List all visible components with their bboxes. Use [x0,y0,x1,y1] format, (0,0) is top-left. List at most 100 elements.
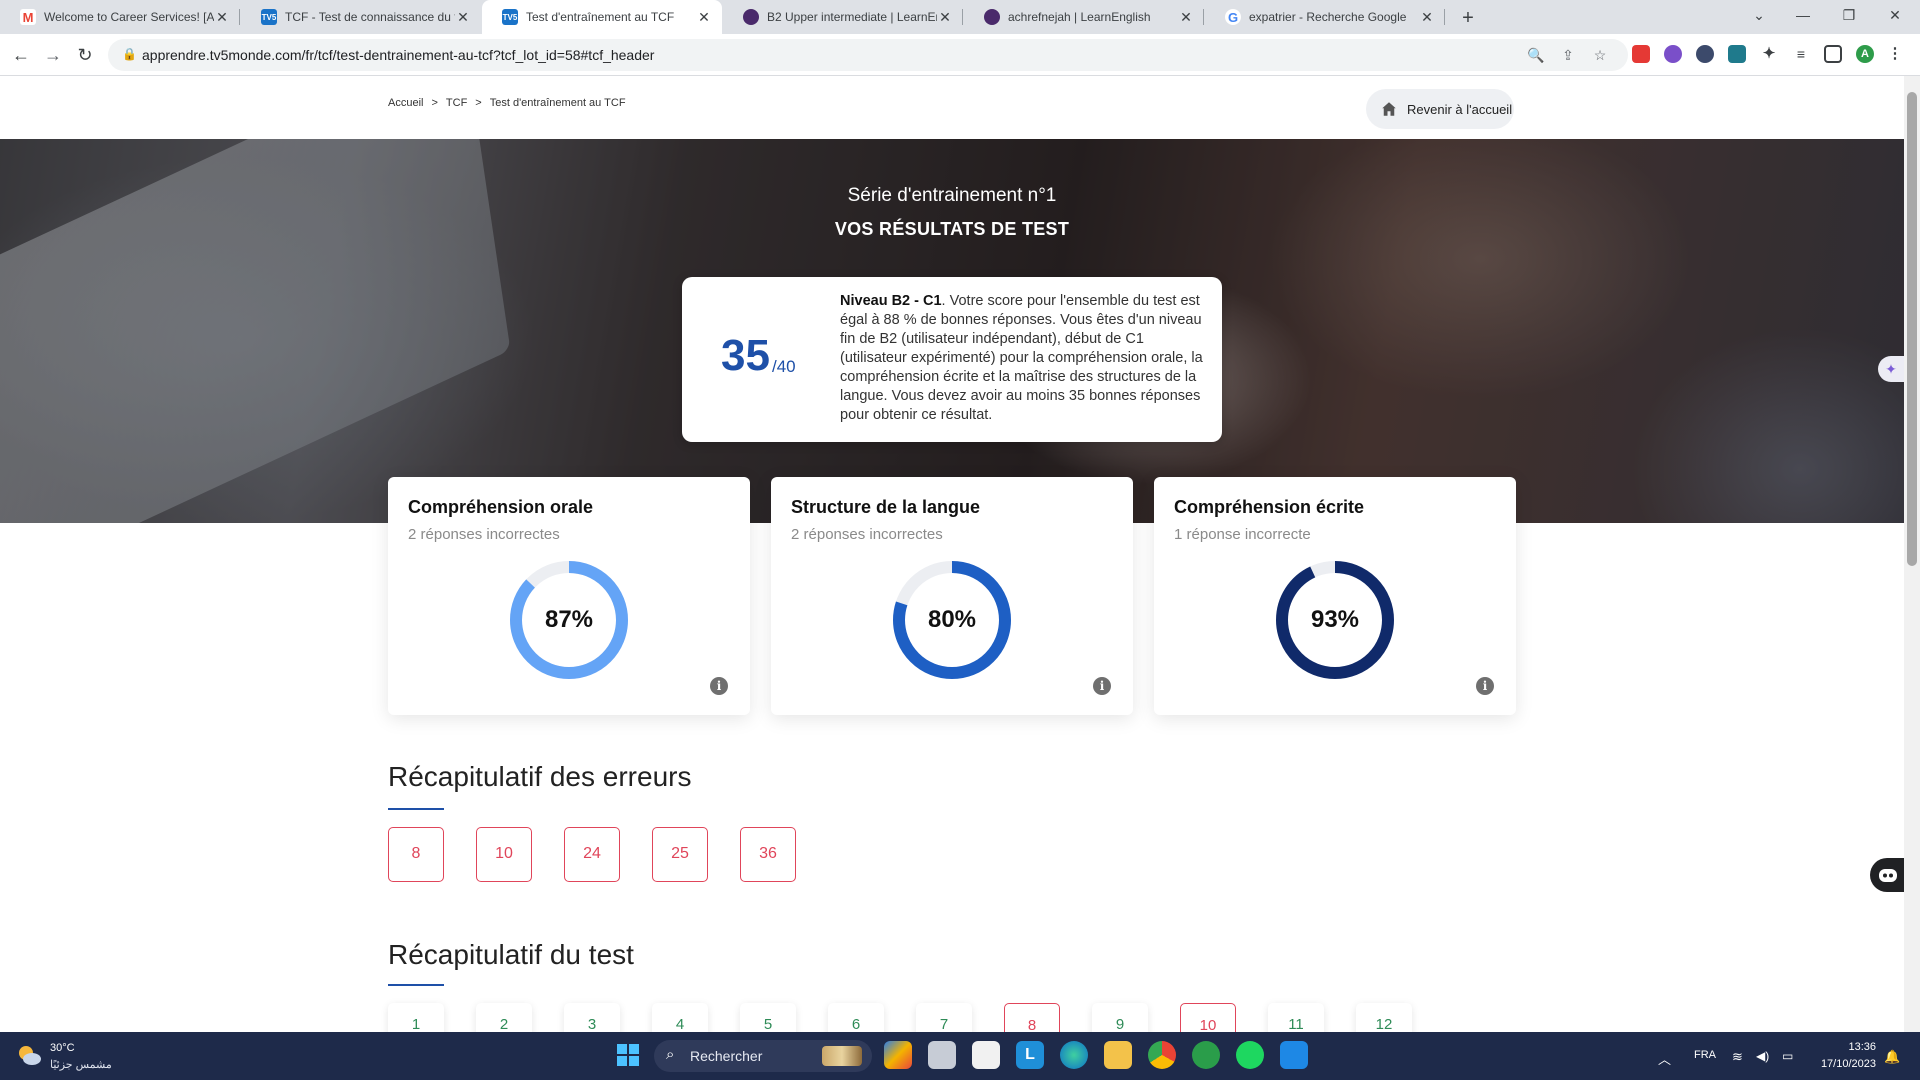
section-title: Structure de la langue [791,497,981,517]
extension-2-icon[interactable] [1664,45,1682,63]
series-label: Série d'entrainement n°1 [847,185,1057,206]
tab-close-icon[interactable]: ✕ [455,9,471,26]
error-question-button[interactable]: 8 [388,827,444,882]
section-incorrect-count: 1 réponse incorrecte [1174,526,1311,543]
errors-section-title: Récapitulatif des erreurs [388,761,692,792]
browser-menu-icon[interactable]: ⋮ [1886,45,1904,63]
address-bar[interactable]: 🔒 apprendre.tv5monde.com/fr/tcf/test-den… [108,39,1628,71]
info-icon[interactable]: i [710,677,728,695]
chat-widget-button[interactable] [1870,858,1904,892]
breadcrumb-item[interactable]: Accueil [388,97,423,109]
url-text[interactable]: apprendre.tv5monde.com/fr/tcf/test-dentr… [142,47,654,63]
zoom-icon[interactable]: 🔍 [1526,45,1546,65]
clock-time[interactable]: 13:36 [1816,1041,1876,1053]
section-score-card: Compréhension orale 2 réponses incorrecte… [388,477,750,715]
extensions-puzzle-icon[interactable]: ✦ [1760,45,1778,63]
browser-tab[interactable]: achrefnejah | LearnEnglish ✕ [964,0,1204,34]
info-icon[interactable]: i [1476,677,1494,695]
browser-tab[interactable]: M Welcome to Career Services! [AC ✕ [0,0,240,34]
learnenglish-icon [984,9,1000,25]
section-incorrect-count: 2 réponses incorrectes [791,526,943,543]
summary-title-underline [388,984,444,986]
error-question-button[interactable]: 36 [740,827,796,882]
browser-tab[interactable]: TV5 Test d'entraînement au TCF ✕ [482,0,722,34]
clock-date[interactable]: 17/10/2023 [1808,1058,1876,1070]
info-icon[interactable]: i [1093,677,1111,695]
file-explorer-icon[interactable] [1104,1041,1132,1069]
spotify-icon[interactable] [1236,1041,1264,1069]
score-description: Niveau B2 - C1. Votre score pour l'ensem… [840,292,1208,425]
weather-description[interactable]: مشمس جزئيًا [50,1058,112,1071]
extension-1-icon[interactable] [1632,45,1650,63]
edge-browser-icon[interactable] [1060,1041,1088,1069]
reload-icon[interactable]: ↻ [72,42,98,68]
tab-close-icon[interactable]: ✕ [1419,9,1435,26]
results-title: VOS RÉSULTATS DE TEST [834,219,1070,239]
tab-search-chevron-icon[interactable]: ⌄ [1736,0,1782,30]
notification-bell-icon[interactable]: 🔔 [1884,1049,1900,1065]
browser-tab[interactable]: TV5 TCF - Test de connaissance du fr ✕ [241,0,481,34]
breadcrumb-separator: > [431,97,438,109]
breadcrumb-item: Test d'entraînement au TCF [489,97,626,109]
tray-overflow-chevron-icon[interactable]: ︿ [1658,1049,1671,1068]
scrollbar-thumb[interactable] [1907,92,1917,566]
browser-tab[interactable]: Gexpatrier - Recherche Google ✕ [1205,0,1445,34]
volume-icon[interactable]: ◀) [1756,1049,1769,1063]
tv5-icon: TV5 [261,9,277,25]
error-question-button[interactable]: 25 [652,827,708,882]
forward-arrow-icon[interactable]: → [40,42,66,68]
learn-app-icon[interactable]: L [1016,1041,1044,1069]
profile-avatar[interactable]: A [1856,45,1874,63]
sparkle-assistant-icon[interactable]: ✦ [1878,356,1904,382]
score-value: 35 [721,331,770,380]
input-language[interactable]: FRA [1694,1049,1716,1061]
chrome-browser-icon[interactable] [1148,1041,1176,1069]
breadcrumb-item[interactable]: TCF [446,97,467,109]
microsoft-store-icon[interactable] [972,1041,1000,1069]
section-percent: 80% [927,606,977,633]
summary-section-title: Récapitulatif du test [388,939,634,970]
tab-title: expatrier - Recherche Google [1249,10,1407,24]
share-icon[interactable]: ⇪ [1558,45,1578,65]
new-tab-button[interactable]: + [1454,4,1482,32]
side-panel-icon[interactable] [1824,45,1842,63]
copilot-icon[interactable] [884,1041,912,1069]
task-view-icon[interactable] [928,1041,956,1069]
minimize-button[interactable]: — [1780,0,1826,30]
close-window-button[interactable]: ✕ [1872,0,1918,30]
tab-title: Welcome to Career Services! [AC [44,10,214,24]
taskbar-search[interactable]: ⌕ Rechercher [654,1040,872,1072]
extension-3-icon[interactable] [1696,45,1714,63]
vscode-icon[interactable] [1280,1041,1308,1069]
taskbar-search-label: Rechercher [690,1048,763,1064]
back-arrow-icon[interactable]: ← [8,42,34,68]
tab-close-icon[interactable]: ✕ [937,9,953,26]
learnenglish-icon [743,9,759,25]
tab-close-icon[interactable]: ✕ [696,9,712,26]
battery-icon[interactable]: ▭ [1782,1049,1793,1063]
error-question-button[interactable]: 10 [476,827,532,882]
weather-sun-icon[interactable] [16,1044,42,1066]
errors-title-underline [388,808,444,810]
tv5-icon: TV5 [502,9,518,25]
windows-start-icon[interactable] [614,1041,642,1069]
restore-button[interactable]: ❐ [1826,0,1872,30]
weather-temperature[interactable]: 30°C [50,1042,75,1054]
error-question-button[interactable]: 24 [564,827,620,882]
gmail-icon: M [20,9,36,25]
tab-close-icon[interactable]: ✕ [1178,9,1194,26]
tab-close-icon[interactable]: ✕ [214,9,230,26]
extension-4-icon[interactable] [1728,45,1746,63]
back-home-button[interactable]: Revenir à l'accueil [1366,89,1514,129]
tab-title: achrefnejah | LearnEnglish [1008,10,1151,24]
bookmark-star-icon[interactable]: ☆ [1590,45,1610,65]
lock-icon: 🔒 [122,47,137,61]
wifi-icon[interactable]: ≋ [1732,1049,1743,1065]
section-score-card: Compréhension écrite 1 réponse incorrecte… [1154,477,1516,715]
upwork-icon[interactable] [1192,1041,1220,1069]
home-icon [1382,102,1396,116]
browser-toolbar: ← → ↻ 🔒 apprendre.tv5monde.com/fr/tcf/te… [0,34,1920,76]
search-highlight-image [822,1046,862,1066]
browser-tab[interactable]: B2 Upper intermediate | LearnEn ✕ [723,0,963,34]
media-queue-icon[interactable]: ≡ [1792,45,1810,63]
